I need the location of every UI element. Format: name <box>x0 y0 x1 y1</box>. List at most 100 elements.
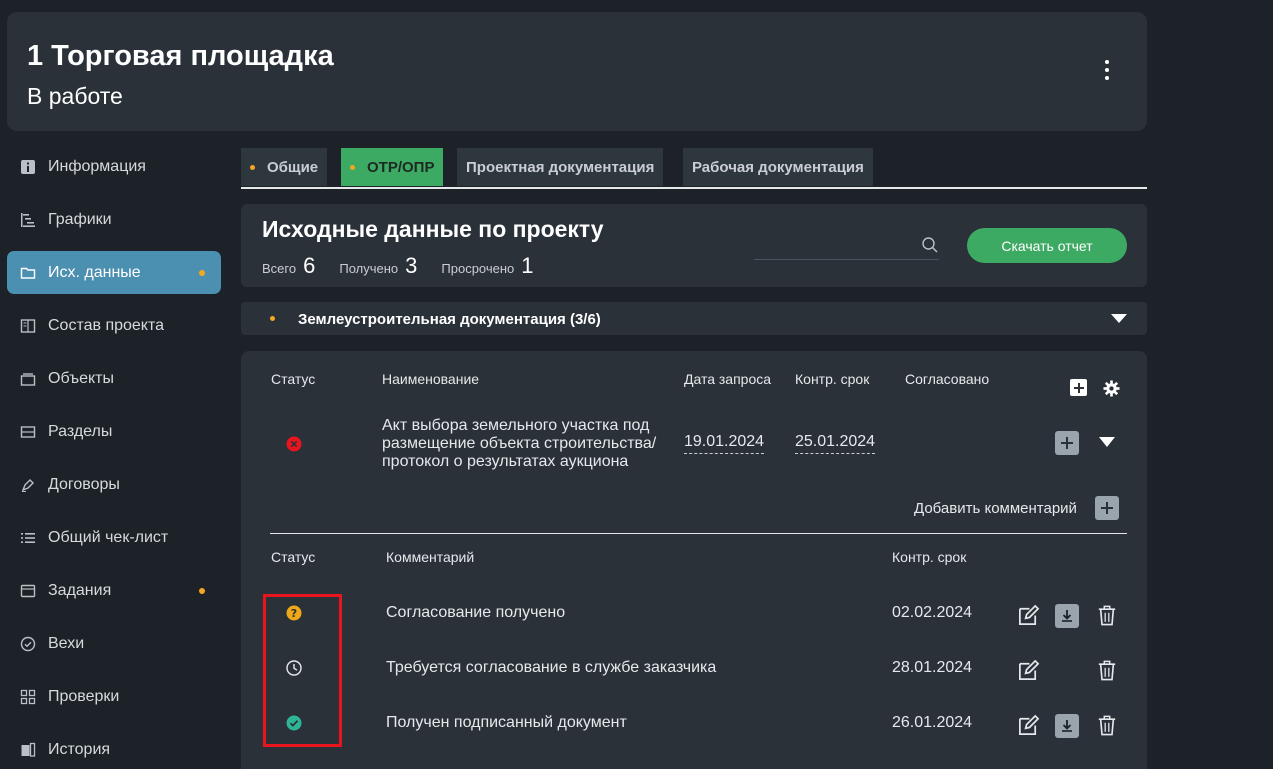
history-icon <box>20 742 36 758</box>
project-status: В работе <box>27 83 123 109</box>
edit-icon[interactable] <box>1016 658 1040 682</box>
sidebar: Информация Графики Исх. данные Состав пр… <box>7 145 221 769</box>
overdue-label: Просрочено <box>441 261 515 276</box>
edit-icon[interactable] <box>1016 603 1040 627</box>
edit-icon[interactable] <box>1016 713 1040 737</box>
add-comment-label[interactable]: Добавить комментарий <box>914 500 1077 517</box>
sidebar-item-label: Задания <box>48 581 112 599</box>
col-approved: Согласовано <box>905 371 990 387</box>
tab-dot <box>350 164 355 170</box>
col-request-date: Дата запроса <box>684 371 772 387</box>
gear-icon[interactable] <box>1102 379 1120 397</box>
layers-icon <box>20 371 36 387</box>
sidebar-item-label: История <box>48 740 111 758</box>
tab-label: Проектная документация <box>466 158 655 176</box>
sidebar-item-label: Договоры <box>48 475 120 493</box>
total-count: 6 <box>303 253 316 278</box>
overdue-count: 1 <box>521 253 534 278</box>
trash-icon[interactable] <box>1096 603 1118 627</box>
notification-dot <box>199 588 205 594</box>
col-comment: Комментарий <box>386 549 475 565</box>
grid-icon <box>20 689 36 705</box>
gantt-icon <box>20 212 36 228</box>
sidebar-item-checklist[interactable]: Общий чек-лист <box>7 516 221 559</box>
sidebar-item-charts[interactable]: Графики <box>7 198 221 241</box>
summary-title: Исходные данные по проекту <box>262 216 604 242</box>
group-title: Землеустроительная документация (3/6) <box>298 311 601 328</box>
sidebar-item-objects[interactable]: Объекты <box>7 357 221 400</box>
notification-dot <box>199 270 205 276</box>
col-name: Наименование <box>382 371 480 387</box>
summary-stats: Всего 6 Получено 3 Просрочено 1 <box>262 253 558 279</box>
sidebar-item-label: Проверки <box>48 687 120 705</box>
search-icon[interactable] <box>921 236 939 254</box>
search-input[interactable] <box>754 234 939 260</box>
sidebar-item-composition[interactable]: Состав проекта <box>7 304 221 347</box>
kebab-menu-icon[interactable] <box>1097 60 1117 86</box>
total-label: Всего <box>262 261 297 276</box>
tab-label: ОТР/ОПР <box>367 158 435 176</box>
comment-deadline: 26.01.2024 <box>892 714 973 731</box>
download-icon[interactable] <box>1055 714 1079 738</box>
sidebar-item-label: Вехи <box>48 634 85 652</box>
chevron-down-icon[interactable] <box>1099 437 1115 447</box>
sidebar-item-label: Графики <box>48 210 112 228</box>
tabs-bar: Общие ОТР/ОПР Проектная документация Раб… <box>241 148 1147 189</box>
tab-general[interactable]: Общие <box>241 148 328 186</box>
add-comment-button[interactable] <box>1095 496 1119 520</box>
deadline-field[interactable]: 25.01.2024 <box>795 433 876 454</box>
sidebar-item-source-data[interactable]: Исх. данные <box>7 251 221 294</box>
col-comment-deadline: Контр. срок <box>892 549 967 565</box>
sidebar-item-label: Объекты <box>48 369 114 387</box>
error-circle-icon <box>285 435 302 452</box>
download-report-button[interactable]: Скачать отчет <box>967 228 1127 263</box>
request-date-field[interactable]: 19.01.2024 <box>684 433 765 454</box>
plus-icon <box>1073 382 1084 393</box>
trash-icon[interactable] <box>1096 658 1118 682</box>
sidebar-item-label: Исх. данные <box>48 263 141 281</box>
list-icon <box>20 530 36 546</box>
trash-icon[interactable] <box>1096 713 1118 737</box>
sidebar-item-label: Общий чек-лист <box>48 528 169 546</box>
project-header: 1 Торговая площадка В работе <box>7 12 1147 131</box>
book-icon <box>20 318 36 334</box>
download-icon[interactable] <box>1055 604 1079 628</box>
tab-dot <box>250 164 255 170</box>
tab-project-docs[interactable]: Проектная документация <box>457 148 664 186</box>
tasks-icon <box>20 583 36 599</box>
comment-text: Согласование получено <box>386 604 566 621</box>
col-status: Статус <box>271 371 316 387</box>
sidebar-item-info[interactable]: Информация <box>7 145 221 188</box>
documents-table-card: Статус Наименование Дата запроса Контр. … <box>241 351 1147 769</box>
sidebar-item-tasks[interactable]: Задания <box>7 569 221 612</box>
info-icon <box>20 159 36 175</box>
sections-icon <box>20 424 36 440</box>
received-label: Получено <box>339 261 399 276</box>
tab-otr-opr[interactable]: ОТР/ОПР <box>341 148 444 186</box>
sidebar-item-history[interactable]: История <box>7 728 221 769</box>
group-header[interactable]: Землеустроительная документация (3/6) <box>241 302 1147 335</box>
milestone-check-icon <box>20 636 36 652</box>
divider <box>270 533 1127 534</box>
sidebar-item-label: Информация <box>48 157 146 175</box>
col-deadline: Контр. срок <box>795 371 870 387</box>
sidebar-item-milestones[interactable]: Вехи <box>7 622 221 665</box>
tab-label: Общие <box>267 158 319 176</box>
tab-working-docs[interactable]: Рабочая документация <box>683 148 873 186</box>
add-row-button[interactable] <box>1070 379 1087 396</box>
plus-icon <box>1061 437 1073 449</box>
sidebar-item-sections[interactable]: Разделы <box>7 410 221 453</box>
comment-text: Требуется согласование в службе заказчик… <box>386 659 717 676</box>
folder-icon <box>20 265 36 281</box>
comment-deadline: 02.02.2024 <box>892 604 973 621</box>
add-approval-button[interactable] <box>1055 431 1079 455</box>
highlight-box <box>263 594 342 747</box>
group-dot <box>270 316 275 321</box>
tab-label: Рабочая документация <box>692 158 864 176</box>
sidebar-item-contracts[interactable]: Договоры <box>7 463 221 506</box>
sidebar-item-checks[interactable]: Проверки <box>7 675 221 718</box>
col-comment-status: Статус <box>271 549 316 565</box>
document-name: Акт выбора земельного участка под размещ… <box>382 417 657 470</box>
comment-deadline: 28.01.2024 <box>892 659 973 676</box>
chevron-down-icon[interactable] <box>1111 314 1127 323</box>
